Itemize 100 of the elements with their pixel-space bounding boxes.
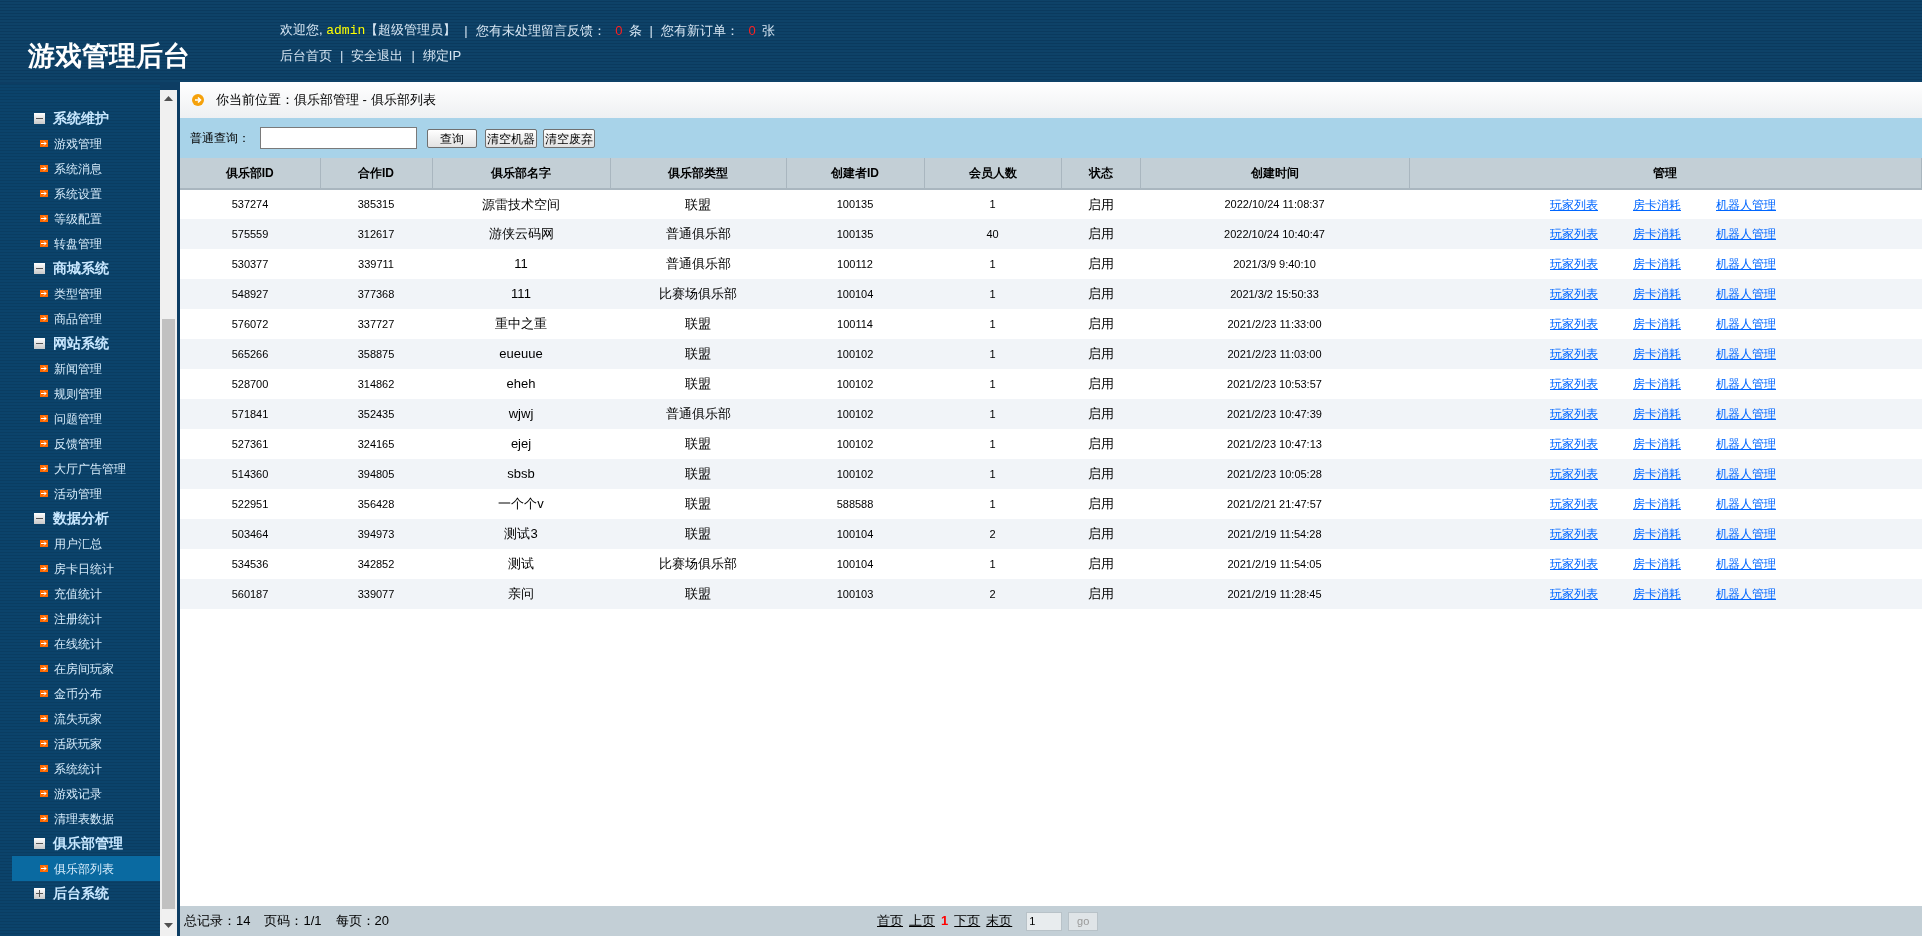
action-link[interactable]: 机器人管理 bbox=[1716, 315, 1776, 333]
action-link[interactable]: 房卡消耗 bbox=[1633, 435, 1681, 453]
action-link[interactable]: 机器人管理 bbox=[1716, 555, 1776, 573]
action-link[interactable]: 机器人管理 bbox=[1716, 375, 1776, 393]
sidebar-item[interactable]: 充值统计 bbox=[12, 581, 160, 606]
action-link[interactable]: 玩家列表 bbox=[1550, 285, 1598, 303]
action-link[interactable]: 房卡消耗 bbox=[1633, 405, 1681, 423]
group-label: 数据分析 bbox=[53, 509, 109, 528]
action-link[interactable]: 机器人管理 bbox=[1716, 285, 1776, 303]
sidebar-item[interactable]: 活跃玩家 bbox=[12, 731, 160, 756]
action-link[interactable]: 玩家列表 bbox=[1550, 405, 1598, 423]
action-link[interactable]: 机器人管理 bbox=[1716, 255, 1776, 273]
sidebar-item[interactable]: 用户汇总 bbox=[12, 531, 160, 556]
action-link[interactable]: 机器人管理 bbox=[1716, 495, 1776, 513]
sidebar-group[interactable]: 网站系统 bbox=[12, 331, 160, 356]
search-button[interactable]: 清空废弃 bbox=[543, 128, 595, 148]
action-link[interactable]: 房卡消耗 bbox=[1633, 375, 1681, 393]
sidebar-item[interactable]: 规则管理 bbox=[12, 381, 160, 406]
sidebar-item[interactable]: 游戏记录 bbox=[12, 781, 160, 806]
sidebar-item[interactable]: 房卡日统计 bbox=[12, 556, 160, 581]
sidebar-group[interactable]: 系统维护 bbox=[12, 106, 160, 131]
search-field[interactable] bbox=[260, 127, 417, 149]
action-link[interactable]: 玩家列表 bbox=[1550, 585, 1598, 603]
action-link[interactable]: 玩家列表 bbox=[1550, 465, 1598, 483]
action-link[interactable]: 房卡消耗 bbox=[1633, 255, 1681, 273]
sidebar-item[interactable]: 在线统计 bbox=[12, 631, 160, 656]
header-link[interactable]: 后台首页 bbox=[280, 45, 332, 65]
sidebar-item[interactable]: 金币分布 bbox=[12, 681, 160, 706]
header-link[interactable]: 绑定IP bbox=[422, 45, 462, 65]
sidebar-item[interactable]: 系统设置 bbox=[12, 181, 160, 206]
sidebar-item[interactable]: 清理表数据 bbox=[12, 806, 160, 831]
action-link[interactable]: 房卡消耗 bbox=[1633, 525, 1681, 543]
action-link[interactable]: 机器人管理 bbox=[1716, 225, 1776, 243]
collapse-icon[interactable] bbox=[34, 338, 45, 349]
sidebar-group[interactable]: 后台系统 bbox=[12, 881, 160, 906]
action-link[interactable]: 机器人管理 bbox=[1716, 435, 1776, 453]
collapse-icon[interactable] bbox=[34, 113, 45, 124]
scrollbar[interactable] bbox=[160, 90, 177, 936]
scroll-down-icon[interactable] bbox=[164, 923, 173, 928]
column-header: 创建时间 bbox=[1140, 158, 1409, 189]
scroll-up-icon[interactable] bbox=[164, 96, 173, 101]
sidebar-item[interactable]: 注册统计 bbox=[12, 606, 160, 631]
action-link[interactable]: 房卡消耗 bbox=[1633, 555, 1681, 573]
action-link[interactable]: 玩家列表 bbox=[1550, 345, 1598, 363]
action-link[interactable]: 房卡消耗 bbox=[1633, 315, 1681, 333]
action-link[interactable]: 房卡消耗 bbox=[1633, 585, 1681, 603]
sidebar-item[interactable]: 大厅广告管理 bbox=[12, 456, 160, 481]
pager-link[interactable]: 下页 bbox=[954, 911, 981, 931]
action-link[interactable]: 玩家列表 bbox=[1550, 555, 1598, 573]
expand-icon[interactable] bbox=[34, 888, 45, 899]
action-link[interactable]: 玩家列表 bbox=[1550, 315, 1598, 333]
collapse-icon[interactable] bbox=[34, 838, 45, 849]
pager-link[interactable]: 首页 bbox=[877, 911, 903, 931]
scroll-thumb[interactable] bbox=[162, 319, 175, 909]
sidebar-item[interactable]: 转盘管理 bbox=[12, 231, 160, 256]
sidebar-item[interactable]: 类型管理 bbox=[12, 281, 160, 306]
sidebar-item[interactable]: 系统消息 bbox=[12, 156, 160, 181]
sidebar-item[interactable]: 新闻管理 bbox=[12, 356, 160, 381]
action-link[interactable]: 房卡消耗 bbox=[1633, 195, 1681, 214]
column-header: 俱乐部ID bbox=[180, 158, 320, 189]
action-link[interactable]: 玩家列表 bbox=[1550, 435, 1598, 453]
action-link[interactable]: 玩家列表 bbox=[1550, 255, 1598, 273]
sidebar-item[interactable]: 在房间玩家 bbox=[12, 656, 160, 681]
pager-link[interactable]: 末页 bbox=[986, 911, 1013, 931]
search-button[interactable]: 清空机器 bbox=[485, 128, 537, 148]
sidebar-item[interactable]: 等级配置 bbox=[12, 206, 160, 231]
header-link[interactable]: 安全退出 bbox=[351, 45, 404, 65]
action-link[interactable]: 机器人管理 bbox=[1716, 195, 1776, 214]
collapse-icon[interactable] bbox=[34, 513, 45, 524]
sidebar-item[interactable]: 游戏管理 bbox=[12, 131, 160, 156]
action-link[interactable]: 机器人管理 bbox=[1716, 585, 1776, 603]
sidebar-item[interactable]: 反馈管理 bbox=[12, 431, 160, 456]
action-link[interactable]: 玩家列表 bbox=[1550, 225, 1598, 243]
sidebar-item[interactable]: 问题管理 bbox=[12, 406, 160, 431]
sidebar-item[interactable]: 商品管理 bbox=[12, 306, 160, 331]
pager-link[interactable]: 上页 bbox=[909, 911, 935, 931]
action-link[interactable]: 玩家列表 bbox=[1550, 495, 1598, 513]
action-link[interactable]: 房卡消耗 bbox=[1633, 345, 1681, 363]
sidebar-group[interactable]: 俱乐部管理 bbox=[12, 831, 160, 856]
action-link[interactable]: 机器人管理 bbox=[1716, 345, 1776, 363]
action-link[interactable]: 房卡消耗 bbox=[1633, 465, 1681, 483]
collapse-icon[interactable] bbox=[34, 263, 45, 274]
action-link[interactable]: 机器人管理 bbox=[1716, 525, 1776, 543]
action-link[interactable]: 玩家列表 bbox=[1550, 375, 1598, 393]
action-link[interactable]: 房卡消耗 bbox=[1633, 225, 1681, 243]
sidebar-item[interactable]: 流失玩家 bbox=[12, 706, 160, 731]
group-label: 商城系统 bbox=[53, 259, 109, 278]
sidebar-group[interactable]: 商城系统 bbox=[12, 256, 160, 281]
sidebar-item[interactable]: 系统统计 bbox=[12, 756, 160, 781]
action-link[interactable]: 房卡消耗 bbox=[1633, 495, 1681, 513]
search-button[interactable]: 查询 bbox=[427, 128, 477, 148]
action-link[interactable]: 机器人管理 bbox=[1716, 405, 1776, 423]
action-link[interactable]: 房卡消耗 bbox=[1633, 285, 1681, 303]
page-field[interactable]: 1 bbox=[1026, 911, 1063, 931]
sidebar-item[interactable]: 俱乐部列表 bbox=[12, 856, 160, 881]
sidebar-group[interactable]: 数据分析 bbox=[12, 506, 160, 531]
sidebar-item[interactable]: 活动管理 bbox=[12, 481, 160, 506]
action-link[interactable]: 机器人管理 bbox=[1716, 465, 1776, 483]
action-link[interactable]: 玩家列表 bbox=[1550, 525, 1598, 543]
action-link[interactable]: 玩家列表 bbox=[1550, 195, 1598, 214]
